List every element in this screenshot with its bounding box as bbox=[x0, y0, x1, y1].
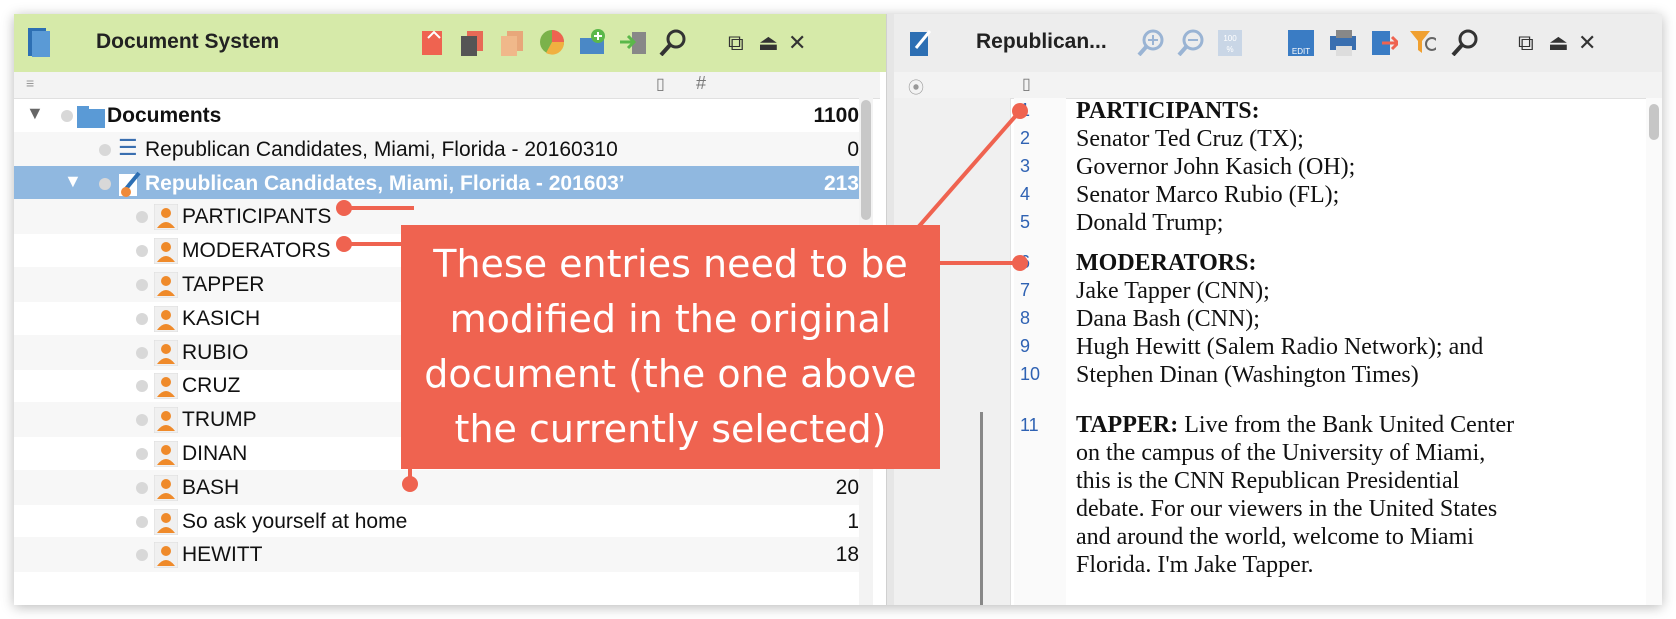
connector-dot bbox=[1012, 255, 1028, 271]
callout-text: These entries need to be modified in the… bbox=[424, 242, 917, 451]
connector-dot bbox=[336, 236, 352, 252]
annotation-callout: These entries need to be modified in the… bbox=[401, 225, 940, 469]
connector-dot bbox=[402, 476, 418, 492]
app-window: Document System ⧉ ⏏ ✕ ≡ ▯ # ▼ Documents … bbox=[14, 14, 1662, 605]
connector-dot bbox=[1012, 103, 1028, 119]
connector-dot bbox=[336, 200, 352, 216]
connector-doc-participants bbox=[912, 109, 1022, 234]
